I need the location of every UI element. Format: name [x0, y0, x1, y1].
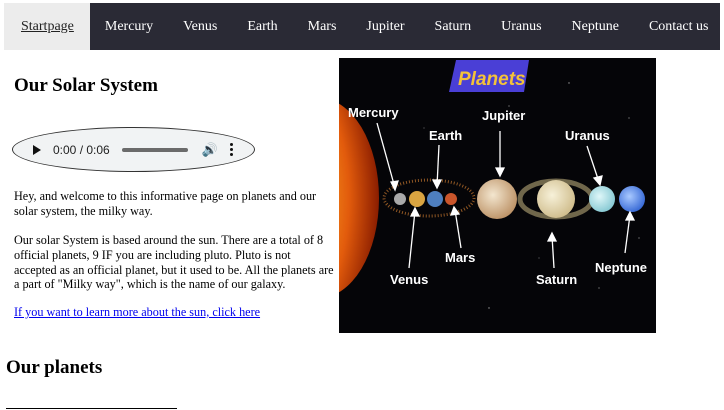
nav-item-startpage[interactable]: Startpage — [4, 3, 90, 50]
sun-info-link[interactable]: If you want to learn more about the sun,… — [14, 305, 260, 320]
nav-item-mars[interactable]: Mars — [293, 3, 352, 50]
label-neptune: Neptune — [595, 260, 647, 275]
nav-item-jupiter[interactable]: Jupiter — [351, 3, 419, 50]
intro-paragraph: Hey, and welcome to this informative pag… — [14, 189, 317, 218]
solar-system-image: Planets Mercury Earth Jupiter Uranus Ven… — [339, 58, 656, 333]
nav-item-saturn[interactable]: Saturn — [420, 3, 487, 50]
solar-system-illustration: Planets Mercury Earth Jupiter Uranus Ven… — [339, 58, 656, 333]
saturn-planet — [537, 180, 575, 218]
mercury-planet — [394, 193, 406, 205]
label-uranus: Uranus — [565, 128, 610, 143]
earth-planet — [427, 191, 443, 207]
audio-time: 0:00 / 0:06 — [53, 142, 110, 157]
planets-section-title: Our planets — [6, 357, 103, 378]
uranus-planet — [589, 186, 615, 212]
body-paragraph: Our solar System is based around the sun… — [14, 233, 334, 292]
label-jupiter: Jupiter — [482, 108, 525, 123]
label-venus: Venus — [390, 272, 428, 287]
label-mercury: Mercury — [348, 105, 399, 120]
jupiter-planet — [477, 179, 517, 219]
nav-item-mercury[interactable]: Mercury — [90, 3, 168, 50]
mars-planet — [445, 193, 457, 205]
venus-planet — [409, 191, 425, 207]
top-navigation: Startpage Mercury Venus Earth Mars Jupit… — [4, 3, 720, 50]
section-divider — [6, 408, 177, 409]
nav-item-uranus[interactable]: Uranus — [486, 3, 556, 50]
neptune-planet — [619, 186, 645, 212]
more-options-icon[interactable] — [229, 143, 233, 156]
nav-item-earth[interactable]: Earth — [232, 3, 292, 50]
page-title: Our Solar System — [14, 75, 158, 96]
volume-icon[interactable]: 🔊 — [202, 143, 218, 156]
label-saturn: Saturn — [536, 272, 577, 287]
nav-item-contact-us[interactable]: Contact us — [634, 3, 724, 50]
audio-player: 0:00 / 0:06 🔊 — [12, 127, 255, 172]
audio-progress-track[interactable] — [121, 147, 188, 152]
nav-item-venus[interactable]: Venus — [168, 3, 232, 50]
banner-title: Planets — [458, 69, 526, 90]
label-mars: Mars — [445, 250, 475, 265]
label-earth: Earth — [429, 128, 462, 143]
nav-item-neptune[interactable]: Neptune — [557, 3, 634, 50]
play-icon[interactable] — [33, 144, 41, 155]
